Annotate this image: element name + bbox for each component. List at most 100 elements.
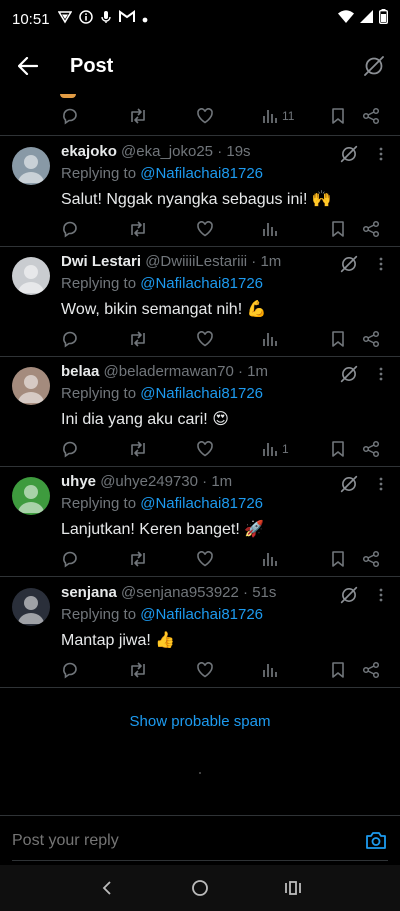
repost-button[interactable] — [128, 327, 148, 351]
share-button[interactable] — [362, 547, 380, 571]
avatar[interactable] — [12, 257, 50, 295]
reply-icon — [63, 551, 77, 568]
display-name[interactable]: belaa — [61, 363, 99, 380]
more-options-icon[interactable] — [372, 584, 390, 606]
reply-button[interactable] — [61, 547, 79, 571]
reply-input[interactable] — [12, 832, 312, 850]
bookmark-button[interactable] — [330, 437, 346, 461]
more-options-icon[interactable] — [372, 143, 390, 165]
avatar[interactable] — [12, 367, 50, 405]
nav-back-icon — [102, 881, 111, 895]
more-options-icon[interactable] — [372, 473, 390, 495]
views-count: 11 — [282, 109, 295, 123]
views-icon — [263, 110, 277, 123]
mention-link[interactable]: @Nafilachai81726 — [140, 275, 263, 292]
reply-button[interactable] — [61, 327, 79, 351]
reply-button[interactable] — [61, 217, 79, 241]
grok-icon[interactable] — [338, 363, 360, 385]
share-button[interactable] — [362, 658, 380, 682]
nav-recents-button[interactable] — [273, 868, 313, 908]
bookmark-button[interactable] — [330, 327, 346, 351]
bookmark-button[interactable] — [330, 547, 346, 571]
avatar[interactable] — [12, 588, 50, 626]
display-name[interactable]: senjana — [61, 584, 117, 601]
views-button[interactable]: 11 — [262, 104, 294, 128]
like-button[interactable] — [196, 547, 214, 571]
repost-button[interactable] — [128, 658, 148, 682]
mention-link[interactable]: @Nafilachai81726 — [140, 385, 263, 402]
replying-to-label: Replying to — [61, 275, 141, 292]
user-handle[interactable]: @uhye249730 — [100, 473, 198, 490]
grok-icon[interactable] — [338, 473, 360, 495]
camera-button[interactable] — [364, 828, 388, 852]
display-name[interactable]: ekajoko — [61, 143, 117, 160]
top-app-bar: Post — [0, 38, 400, 94]
reply-post[interactable]: senjana @senjana953922 · 51s Replying to… — [0, 578, 400, 688]
avatar[interactable] — [12, 477, 50, 515]
nav-back-button[interactable] — [87, 868, 127, 908]
repost-button[interactable] — [128, 547, 148, 571]
mention-link[interactable]: @Nafilachai81726 — [140, 165, 263, 182]
replying-to: Replying to @Nafilachai81726 — [61, 385, 263, 402]
share-button[interactable] — [362, 327, 380, 351]
share-button[interactable] — [362, 437, 380, 461]
share-button[interactable] — [362, 217, 380, 241]
like-button[interactable] — [196, 104, 214, 128]
more-options-icon[interactable] — [372, 253, 390, 275]
bookmark-button[interactable] — [330, 658, 346, 682]
bookmark-button[interactable] — [330, 104, 346, 128]
more-options-icon[interactable] — [372, 363, 390, 385]
grok-icon[interactable] — [338, 253, 360, 275]
like-button[interactable] — [196, 658, 214, 682]
mention-link[interactable]: @Nafilachai81726 — [140, 495, 263, 512]
like-button[interactable] — [196, 217, 214, 241]
repost-icon — [131, 221, 145, 237]
display-name[interactable]: uhye — [61, 473, 96, 490]
views-icon — [263, 664, 277, 677]
avatar[interactable] — [12, 147, 50, 185]
heart-icon — [197, 108, 213, 124]
repost-button[interactable] — [128, 104, 148, 128]
views-button[interactable] — [262, 327, 282, 351]
status-time: 10:51 — [12, 10, 50, 28]
post-text: Salut! Nggak nyangka sebagus ini! 🙌 — [61, 191, 332, 208]
grok-button[interactable] — [358, 50, 390, 82]
reply-button[interactable] — [61, 104, 79, 128]
grok-icon[interactable] — [338, 143, 360, 165]
previous-post-partial: 11 — [0, 94, 400, 136]
share-button[interactable] — [362, 104, 380, 128]
mic-icon — [100, 10, 112, 29]
mention-link[interactable]: @Nafilachai81726 — [140, 606, 263, 623]
nav-home-button[interactable] — [180, 868, 220, 908]
user-handle[interactable]: @eka_joko25 — [121, 143, 213, 160]
share-icon — [362, 440, 380, 458]
user-handle[interactable]: @beladermawan70 — [104, 363, 234, 380]
reply-post[interactable]: uhye @uhye249730 · 1m Replying to @Nafil… — [0, 467, 400, 577]
post-text: Wow, bikin semangat nih! 💪 — [61, 301, 267, 318]
views-button[interactable] — [262, 658, 282, 682]
repost-button[interactable] — [128, 437, 148, 461]
display-name[interactable]: Dwi Lestari — [61, 253, 141, 270]
reply-button[interactable] — [61, 658, 79, 682]
grok-icon[interactable] — [338, 584, 360, 606]
views-button[interactable]: 1 — [262, 437, 289, 461]
reply-post[interactable]: ekajoko @eka_joko25 · 19s Replying to @N… — [0, 137, 400, 247]
replying-to: Replying to @Nafilachai81726 — [61, 165, 263, 182]
replying-to: Replying to @Nafilachai81726 — [61, 495, 263, 512]
like-button[interactable] — [196, 437, 214, 461]
user-handle[interactable]: @DwiiiiLestariii — [145, 253, 247, 270]
repost-button[interactable] — [128, 217, 148, 241]
reply-post[interactable]: Dwi Lestari @DwiiiiLestariii · 1m Replyi… — [0, 247, 400, 357]
heart-icon — [197, 331, 213, 347]
views-button[interactable] — [262, 547, 282, 571]
reply-button[interactable] — [61, 437, 79, 461]
user-handle[interactable]: @senjana953922 — [121, 584, 239, 601]
bookmark-button[interactable] — [330, 217, 346, 241]
back-button[interactable] — [0, 38, 56, 94]
like-button[interactable] — [196, 327, 214, 351]
reply-post[interactable]: belaa @beladermawan70 · 1m Replying to @… — [0, 357, 400, 467]
bookmark-icon — [332, 108, 344, 124]
show-probable-spam-link[interactable]: Show probable spam — [0, 706, 400, 738]
views-button[interactable] — [262, 217, 282, 241]
heart-icon — [197, 662, 213, 678]
